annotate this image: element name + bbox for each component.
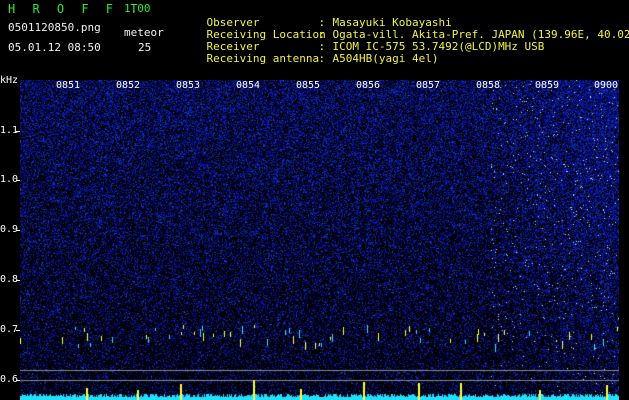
header-panel: H R O F F T 1.00 0501120850.png meteor 0… — [0, 0, 629, 72]
freq-tick — [16, 280, 20, 281]
freq-tick — [16, 131, 20, 132]
axis-unit-label: kHz — [0, 75, 19, 86]
freq-tick — [16, 180, 20, 181]
time-label: 0854 — [236, 80, 261, 91]
file-name: 0501120850.png — [8, 21, 101, 34]
time-label: 0853 — [176, 80, 201, 91]
meteor-count: 25 — [138, 41, 152, 54]
info-colon: : — [318, 52, 326, 65]
freq-tick — [16, 380, 20, 381]
time-label: 0858 — [476, 80, 501, 91]
time-label: 0856 — [356, 80, 381, 91]
freq-tick — [16, 230, 20, 231]
time-label: 0851 — [56, 80, 81, 91]
frequency-axis: kHz 1.1 1.0 0.9 0.8 0.7 0.6 — [0, 72, 20, 400]
time-label: 0859 — [535, 80, 560, 91]
app-title: H R O F F T — [8, 2, 143, 16]
datetime: 05.01.12 08:50 — [8, 41, 101, 54]
right-border — [619, 72, 629, 400]
time-label: 0852 — [116, 80, 141, 91]
time-label: 0855 — [296, 80, 321, 91]
meteor-label: meteor — [124, 26, 164, 39]
spectrogram-canvas — [20, 80, 619, 400]
freq-tick — [16, 330, 20, 331]
info-key: Receiving antenna — [206, 52, 320, 65]
info-row-antenna: Receiving antenna: A504HB(yagi 4el) — [180, 41, 439, 77]
time-label: 0900 — [594, 80, 619, 91]
info-value: A504HB(yagi 4el) — [332, 52, 439, 65]
app-version: 1.00 — [124, 2, 151, 15]
time-label: 0857 — [416, 80, 441, 91]
